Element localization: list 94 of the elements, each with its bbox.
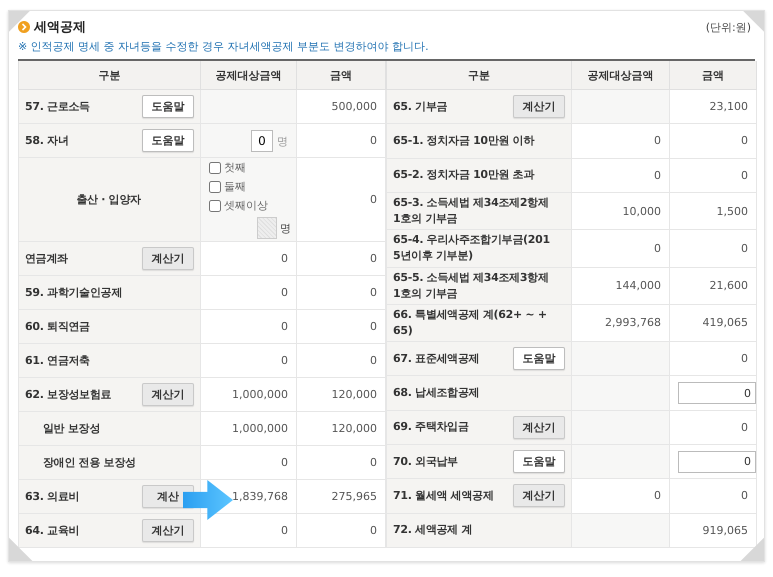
row-label: 65. 기부금 bbox=[393, 98, 448, 115]
row-label: 67. 표준세액공제 bbox=[393, 350, 480, 367]
deduction-amount: 120,000 bbox=[332, 388, 377, 401]
option-checkbox[interactable] bbox=[209, 180, 221, 192]
deduction-amount: 0 bbox=[370, 252, 377, 265]
row-label: 60. 퇴직연금 bbox=[25, 318, 90, 334]
target-amount: 1,839,768 bbox=[232, 490, 288, 503]
column-header: 공제대상금액 bbox=[200, 61, 296, 90]
option-label: 셋째이상 bbox=[224, 198, 268, 213]
deduction-amount: 0 bbox=[370, 524, 377, 537]
deduction-amount: 0 bbox=[741, 420, 748, 434]
unit-note: (단위:원) bbox=[706, 20, 751, 34]
row-label: 일반 보장성 bbox=[43, 420, 100, 436]
deduction-amount: 419,065 bbox=[702, 316, 748, 330]
target-amount: 0 bbox=[281, 524, 288, 537]
deduction-amount: 0 bbox=[370, 456, 377, 469]
row-label: 70. 외국납부 bbox=[393, 454, 458, 470]
row-label: 61. 연금저축 bbox=[25, 352, 90, 368]
row-label: 69. 주택차입금 bbox=[393, 419, 469, 436]
deduction-amount: 23,100 bbox=[710, 100, 748, 114]
deduction-amount: 0 bbox=[741, 352, 748, 366]
column-header: 구분 bbox=[18, 61, 200, 90]
unit-label: 명 bbox=[277, 134, 288, 148]
deduction-amount: 1,500 bbox=[716, 204, 748, 218]
calculator-button[interactable]: 계산기 bbox=[513, 484, 565, 508]
column-header: 공제대상금액 bbox=[572, 61, 670, 90]
target-amount: 0 bbox=[281, 320, 288, 333]
target-amount: 0 bbox=[654, 242, 661, 255]
row-label: 64. 교육비 bbox=[25, 522, 80, 538]
target-amount: 0 bbox=[281, 286, 288, 299]
column-header: 금액 bbox=[670, 61, 756, 90]
calculator-button[interactable]: 계산기 bbox=[142, 247, 194, 270]
row-label: 66. 특별세액공제 계(62+ ~ + 65) bbox=[393, 306, 547, 339]
column-header: 구분 bbox=[386, 61, 572, 90]
option-checkbox[interactable] bbox=[209, 162, 221, 174]
target-amount: 10,000 bbox=[622, 204, 661, 218]
column-header: 금액 bbox=[296, 61, 386, 90]
calculator-button[interactable]: 계산기 bbox=[513, 95, 565, 118]
deduction-amount: 0 bbox=[741, 134, 748, 148]
bullet-icon bbox=[18, 21, 30, 33]
target-amount: 0 bbox=[281, 252, 288, 265]
calculator-button[interactable]: 계산기 bbox=[142, 383, 194, 406]
target-amount: 2,993,768 bbox=[605, 316, 661, 330]
deduction-amount: 0 bbox=[370, 193, 377, 206]
row-label: 68. 납세조합공제 bbox=[393, 385, 480, 402]
deduction-amount: 0 bbox=[370, 286, 377, 299]
target-amount: 144,000 bbox=[616, 279, 661, 292]
row-label: 57. 근로소득 bbox=[25, 98, 90, 114]
help-button[interactable]: 도움말 bbox=[142, 129, 194, 152]
calculator-button[interactable]: 계산기 bbox=[513, 416, 565, 439]
row-label: 59. 과학기술인공제 bbox=[25, 284, 122, 300]
deduction-amount: 21,600 bbox=[710, 279, 748, 292]
deduction-amount: 275,965 bbox=[332, 490, 377, 503]
section-title: 세액공제 bbox=[34, 19, 86, 36]
deduction-amount: 0 bbox=[741, 168, 748, 182]
target-amount: 1,000,000 bbox=[232, 422, 288, 435]
row-label: 65-1. 정치자금 10만원 이하 bbox=[393, 132, 534, 149]
deduction-amount: 120,000 bbox=[332, 422, 377, 435]
target-amount: 0 bbox=[654, 168, 661, 182]
help-button[interactable]: 도움말 bbox=[142, 95, 194, 118]
count-input[interactable]: 0 bbox=[251, 130, 273, 152]
deduction-amount: 500,000 bbox=[332, 100, 377, 113]
row-label: 72. 세액공제 계 bbox=[393, 522, 472, 538]
row-label: 63. 의료비 bbox=[25, 488, 80, 504]
unit-label: 명 bbox=[280, 220, 291, 236]
deduction-amount: 0 bbox=[741, 489, 748, 502]
option-checkbox[interactable] bbox=[209, 200, 221, 212]
help-button[interactable]: 도움말 bbox=[513, 450, 565, 474]
count-input bbox=[257, 217, 277, 239]
row-label: 연금계좌 bbox=[25, 250, 68, 266]
row-label: 65-4. 우리사주조합기부금(201 5년이후 기부분) bbox=[393, 232, 550, 264]
row-label: 65-3. 소득세법 제34조제2항제 1호의 기부금 bbox=[393, 195, 549, 228]
deduction-amount: 919,065 bbox=[702, 524, 748, 537]
row-label: 58. 자녀 bbox=[25, 132, 69, 148]
target-amount: 0 bbox=[281, 354, 288, 367]
deduction-amount: 0 bbox=[370, 134, 377, 147]
row-label: 출산 · 입양자 bbox=[76, 192, 141, 208]
deduction-amount: 0 bbox=[370, 320, 377, 333]
row-label: 62. 보장성보험료 bbox=[25, 386, 112, 402]
help-button[interactable]: 도움말 bbox=[513, 347, 565, 370]
deduction-amount: 0 bbox=[741, 242, 748, 255]
target-amount: 0 bbox=[654, 134, 661, 148]
deduction-amount: 0 bbox=[370, 354, 377, 367]
target-amount: 1,000,000 bbox=[232, 388, 288, 401]
calculator-button[interactable]: 계산기 bbox=[142, 519, 194, 542]
row-label: 71. 월세액 세액공제 bbox=[393, 488, 494, 504]
option-label: 첫째 bbox=[224, 160, 246, 175]
notice-text: ※ 인적공제 명세 중 자녀등을 수정한 경우 자녀세액공제 부분도 변경하여야 합니다. bbox=[18, 39, 430, 54]
row-label: 65-2. 정치자금 10만원 초과 bbox=[393, 167, 534, 184]
target-amount: 0 bbox=[654, 489, 661, 502]
row-label: 65-5. 소득세법 제34조제3항제 1호의 기부금 bbox=[393, 270, 549, 302]
row-label: 장애인 전용 보장성 bbox=[43, 454, 136, 470]
option-label: 둘째 bbox=[224, 179, 246, 194]
target-amount: 0 bbox=[281, 456, 288, 469]
